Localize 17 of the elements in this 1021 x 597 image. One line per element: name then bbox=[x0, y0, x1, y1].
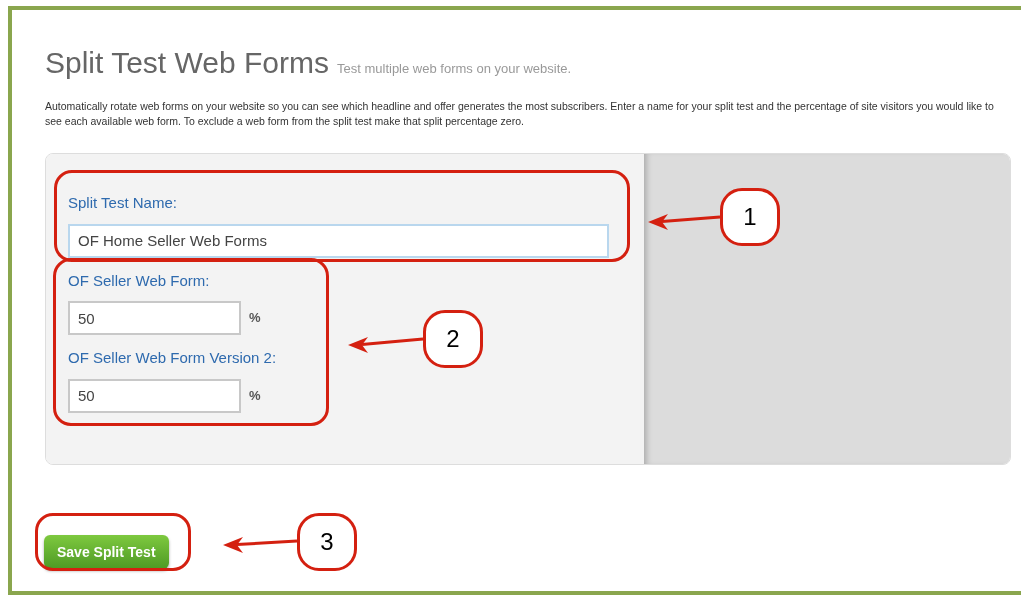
page-title: Split Test Web Forms bbox=[45, 45, 329, 81]
callout-number: 1 bbox=[720, 188, 780, 246]
description-text: Automatically rotate web forms on your website so you can see which headline and offer generates the most subscribers. Enter a name for your split test and the percentage of site visitors you would like to see each available web form. To exclude a web form from the split test make that split percentage zero. bbox=[45, 99, 995, 129]
page-subtitle: Test multiple web forms on your website. bbox=[337, 60, 572, 78]
percentage-field[interactable]: 50 bbox=[68, 301, 241, 335]
callout-number: 3 bbox=[297, 513, 357, 571]
percent-sign: % bbox=[249, 309, 261, 328]
split-test-name-field[interactable]: OF Home Seller Web Forms bbox=[68, 223, 609, 258]
field-label: Split Test Name: bbox=[68, 193, 178, 213]
arrow-icon bbox=[223, 537, 298, 553]
field-label: OF Seller Web Form: bbox=[68, 270, 211, 291]
percentage-field[interactable]: 50 bbox=[68, 378, 241, 413]
callout-number: 2 bbox=[423, 310, 483, 368]
percent-sign: % bbox=[249, 386, 261, 405]
arrow-icon bbox=[348, 337, 424, 353]
field-label: OF Seller Web Form Version 2: bbox=[68, 348, 278, 368]
arrow-icon bbox=[648, 214, 721, 230]
